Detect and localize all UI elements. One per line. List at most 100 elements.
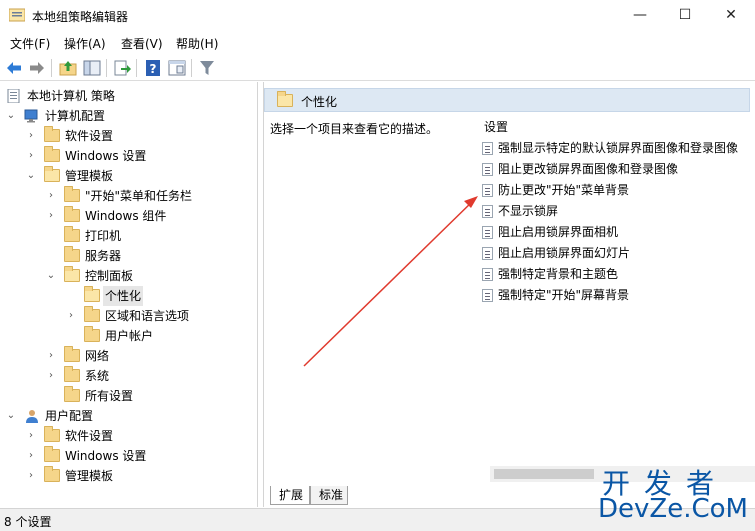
maximize-button[interactable]: ☐ [662,0,708,30]
tree-label: 网络 [85,349,110,363]
annotation-arrow [303,196,478,367]
computer-icon [24,109,38,123]
tree-item-printers[interactable]: 打印机 [6,226,256,246]
setting-label: 不显示锁屏 [498,204,559,218]
settings-column-header[interactable]: 设置 [484,118,508,135]
tree-item-windows-components[interactable]: › Windows 组件 [6,206,256,226]
tree-item-cc-software[interactable]: › 软件设置 [6,126,256,146]
chevron-down-icon[interactable]: ⌄ [6,406,16,426]
chevron-down-icon[interactable]: ⌄ [46,266,56,286]
folder-open-icon [64,266,80,282]
export-icon[interactable] [112,58,132,78]
filter-icon[interactable] [197,58,217,78]
tree-item-control-panel[interactable]: ⌄ 控制面板 [6,266,256,286]
tree-item-region-language[interactable]: › 区域和语言选项 [6,306,256,326]
chevron-right-icon[interactable]: › [26,466,36,486]
folder-open-icon [84,286,100,302]
watermark-bottom: DevZe.CoM [598,494,748,524]
help-icon[interactable]: ? [143,58,163,78]
pane-header-title: 个性化 [301,95,338,109]
tree-item-server[interactable]: 服务器 [6,246,256,266]
tree-label: Windows 设置 [65,149,147,163]
folder-icon [44,426,60,442]
tab-extended[interactable]: 扩展 [270,486,310,505]
chevron-right-icon[interactable]: › [66,306,76,326]
folder-icon [44,126,60,142]
tree-label: 计算机配置 [45,109,106,123]
toolbar-separator [136,59,137,77]
tree-item-computer-config[interactable]: ⌄ 计算机配置 [6,106,256,126]
tree-item-uc-software[interactable]: › 软件设置 [6,426,256,446]
tree-label: Windows 设置 [65,449,147,463]
setting-label: 强制特定"开始"屏幕背景 [498,288,630,302]
tree-item-user-config[interactable]: ⌄ 用户配置 [6,406,256,426]
folder-icon [64,206,80,222]
tree-label: 本地计算机 策略 [27,89,115,103]
show-hide-tree-icon[interactable] [82,58,102,78]
toolbar-separator [51,59,52,77]
setting-label: 防止更改"开始"菜单背景 [498,183,630,197]
chevron-right-icon[interactable]: › [26,126,36,146]
menu-view[interactable]: 查看(V) [121,35,163,52]
setting-label: 阻止更改锁屏界面图像和登录图像 [498,162,679,176]
tree-item-all-settings[interactable]: 所有设置 [6,386,256,406]
up-folder-icon[interactable] [58,58,78,78]
tree-item-user-accounts[interactable]: 用户帐户 [6,326,256,346]
tree-item-root[interactable]: 本地计算机 策略 [6,86,256,106]
tree-item-system[interactable]: › 系统 [6,366,256,386]
policy-setting-icon [482,163,493,176]
chevron-right-icon[interactable]: › [26,446,36,466]
tree-item-network[interactable]: › 网络 [6,346,256,366]
folder-icon [84,326,100,342]
tree-label: 用户配置 [45,409,94,423]
menu-bar: 文件(F) 操作(A) 查看(V) 帮助(H) [0,31,755,54]
chevron-right-icon[interactable]: › [46,366,56,386]
tree-label: 软件设置 [65,429,114,443]
tree-label: 个性化 [103,286,144,306]
chevron-down-icon[interactable]: ⌄ [26,166,36,186]
tree-label: 软件设置 [65,129,114,143]
folder-icon [44,466,60,482]
properties-icon[interactable] [167,58,187,78]
chevron-right-icon[interactable]: › [26,426,36,446]
setting-label: 强制显示特定的默认锁屏界面图像和登录图像 [498,141,739,155]
tree-label: 管理模板 [65,469,114,483]
chevron-down-icon[interactable]: ⌄ [6,106,16,126]
chevron-right-icon[interactable]: › [46,206,56,226]
chevron-right-icon[interactable]: › [46,186,56,206]
tree-label: 服务器 [85,249,122,263]
folder-icon [64,386,80,402]
folder-open-icon [44,166,60,182]
setting-label: 阻止启用锁屏界面幻灯片 [498,246,631,260]
setting-label: 阻止启用锁屏界面相机 [498,225,619,239]
minimize-button[interactable]: — [617,0,663,30]
menu-help[interactable]: 帮助(H) [176,35,218,52]
chevron-right-icon[interactable]: › [46,346,56,366]
policy-doc-icon [7,89,20,103]
tree-label: 系统 [85,369,110,383]
folder-open-icon [277,91,293,107]
tree-item-uc-windows[interactable]: › Windows 设置 [6,446,256,466]
tree-item-start-menu[interactable]: › "开始"菜单和任务栏 [6,186,256,206]
watermark-logo: 开发者 DevZe.CoM [594,462,754,526]
navigation-tree: 本地计算机 策略 ⌄ 计算机配置 › 软件设置 › Windows 设置 ⌄ 管… [0,82,258,507]
tree-label: 用户帐户 [105,329,154,343]
tree-item-cc-windows[interactable]: › Windows 设置 [6,146,256,166]
close-button[interactable]: ✕ [708,0,754,30]
tree-item-cc-admin[interactable]: ⌄ 管理模板 [6,166,256,186]
tab-standard[interactable]: 标准 [310,486,348,505]
tree-label: 打印机 [85,229,122,243]
menu-action[interactable]: 操作(A) [64,35,106,52]
toolbar: ? [0,55,755,81]
chevron-right-icon[interactable]: › [26,146,36,166]
gpedit-app-icon [9,8,25,22]
window-title: 本地组策略编辑器 [32,10,129,24]
tree-item-uc-admin[interactable]: › 管理模板 [6,466,256,486]
scrollbar-thumb[interactable] [494,469,594,479]
back-icon[interactable] [4,58,24,78]
toolbar-separator [106,59,107,77]
forward-icon[interactable] [27,58,47,78]
menu-file[interactable]: 文件(F) [10,35,50,52]
tree-item-personalization[interactable]: 个性化 [6,286,256,306]
tree-label: Windows 组件 [85,209,167,223]
